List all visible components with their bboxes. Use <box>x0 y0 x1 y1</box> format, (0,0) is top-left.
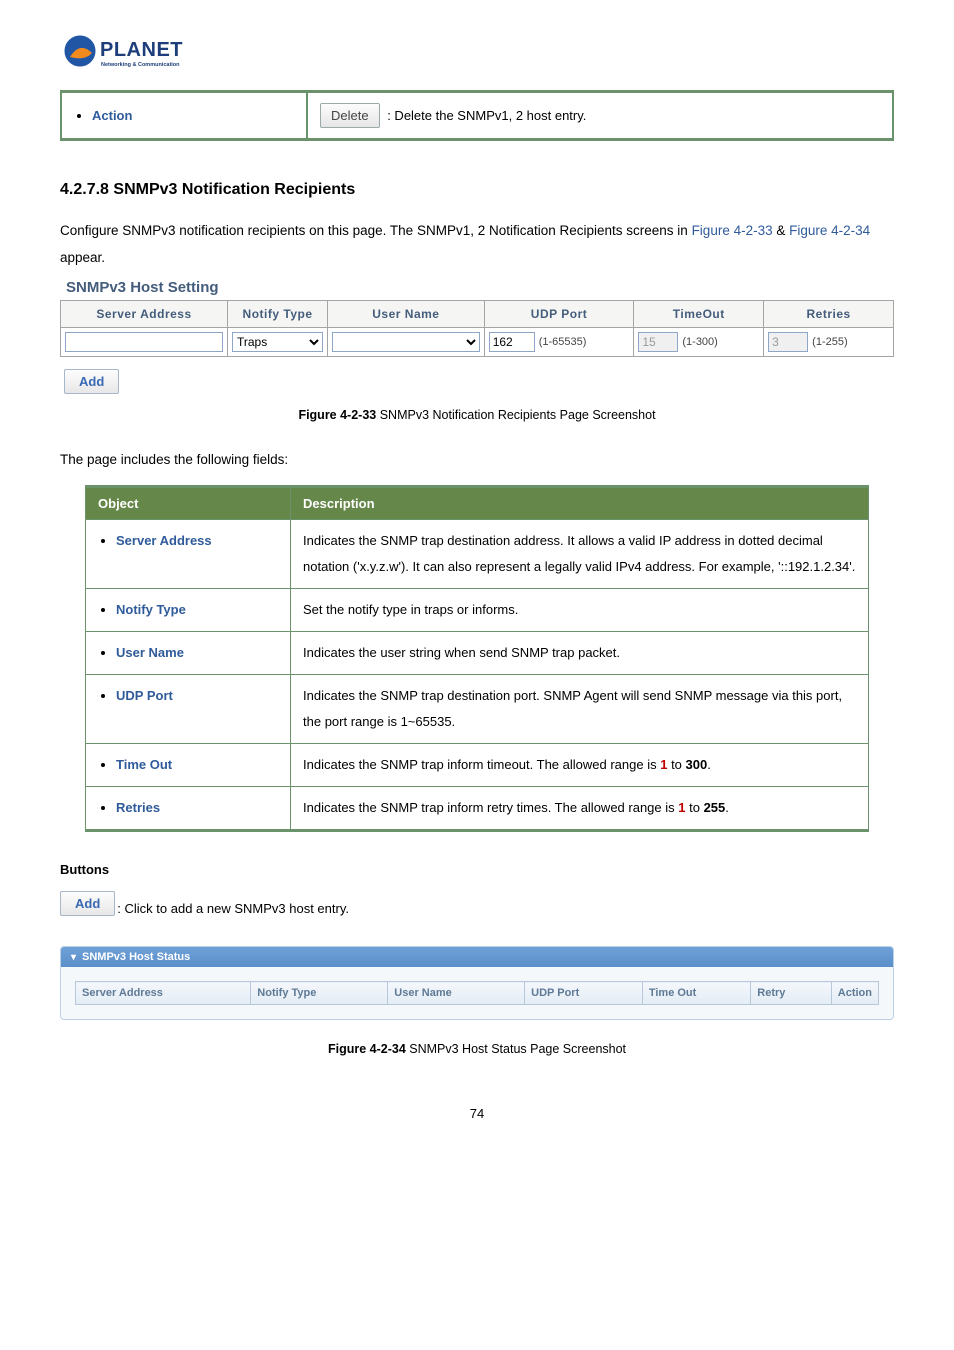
obj-udp-port: UDP Port <box>116 688 173 703</box>
st-col-notify-type: Notify Type <box>251 982 388 1005</box>
action-table: Action Delete : Delete the SNMPv1, 2 hos… <box>60 90 894 141</box>
st-col-action: Action <box>831 982 878 1005</box>
figure-caption-33: Figure 4-2-33 SNMPv3 Notification Recipi… <box>60 408 894 422</box>
obj-time-out: Time Out <box>116 757 172 772</box>
desc-user-name: Indicates the user string when send SNMP… <box>291 632 869 675</box>
host-status-table: Server Address Notify Type User Name UDP… <box>75 981 879 1005</box>
st-col-server-address: Server Address <box>76 982 251 1005</box>
obj-user-name: User Name <box>116 645 184 660</box>
desc-notify-type: Set the notify type in traps or informs. <box>291 589 869 632</box>
host-status-panel: ▾SNMPv3 Host Status Server Address Notif… <box>60 946 894 1020</box>
add-button-desc: : Click to add a new SNMPv3 host entry. <box>117 901 349 916</box>
page-number: 74 <box>60 1106 894 1121</box>
desc-server-address: Indicates the SNMP trap destination addr… <box>291 520 869 589</box>
col-server-address: Server Address <box>61 301 228 328</box>
col-udp-port: UDP Port <box>484 301 634 328</box>
section-heading: 4.2.7.8 SNMPv3 Notification Recipients <box>60 181 894 199</box>
obj-notify-type: Notify Type <box>116 602 186 617</box>
buttons-heading: Buttons <box>60 862 894 877</box>
user-name-select[interactable] <box>332 332 480 352</box>
col-notify-type: Notify Type <box>228 301 328 328</box>
col-timeout: TimeOut <box>634 301 764 328</box>
action-label: Action <box>92 108 132 123</box>
desc-udp-port: Indicates the SNMP trap destination port… <box>291 675 869 744</box>
obj-header-object: Object <box>86 487 291 520</box>
notify-type-select[interactable]: Traps <box>232 332 323 352</box>
host-setting-table: Server Address Notify Type User Name UDP… <box>60 300 894 357</box>
figure-link-34[interactable]: Figure 4-2-34 <box>789 223 870 238</box>
retries-input <box>768 332 808 352</box>
host-status-header[interactable]: ▾SNMPv3 Host Status <box>61 947 893 967</box>
object-description-table: Object Description Server Address Indica… <box>85 485 869 832</box>
delete-button[interactable]: Delete <box>320 103 380 128</box>
planet-logo-icon: PLANET Networking & Communication <box>60 30 230 82</box>
caret-down-icon: ▾ <box>71 952 76 963</box>
obj-server-address: Server Address <box>116 533 212 548</box>
add-button-doc[interactable]: Add <box>60 891 115 916</box>
logo: PLANET Networking & Communication <box>60 30 894 82</box>
desc-time-out: Indicates the SNMP trap inform timeout. … <box>291 744 869 787</box>
retries-range: (1-255) <box>808 336 847 348</box>
delete-desc: : Delete the SNMPv1, 2 host entry. <box>387 108 586 123</box>
svg-text:PLANET: PLANET <box>100 39 183 61</box>
col-retries: Retries <box>764 301 894 328</box>
figure-link-33[interactable]: Figure 4-2-33 <box>692 223 773 238</box>
udp-port-range: (1-65535) <box>535 336 587 348</box>
st-col-user-name: User Name <box>388 982 525 1005</box>
col-user-name: User Name <box>328 301 485 328</box>
section-intro: Configure SNMPv3 notification recipients… <box>60 217 894 271</box>
server-address-input[interactable] <box>65 332 223 352</box>
fields-intro: The page includes the following fields: <box>60 452 894 467</box>
obj-header-desc: Description <box>291 487 869 520</box>
st-col-time-out: Time Out <box>642 982 750 1005</box>
timeout-range: (1-300) <box>678 336 717 348</box>
st-col-retry: Retry <box>751 982 831 1005</box>
st-col-udp-port: UDP Port <box>525 982 643 1005</box>
add-button[interactable]: Add <box>64 369 119 394</box>
svg-text:Networking & Communication: Networking & Communication <box>101 62 180 68</box>
figure-caption-34: Figure 4-2-34 SNMPv3 Host Status Page Sc… <box>60 1042 894 1056</box>
udp-port-input[interactable] <box>489 332 535 352</box>
desc-retries: Indicates the SNMP trap inform retry tim… <box>291 787 869 831</box>
host-setting-title: SNMPv3 Host Setting <box>60 279 894 296</box>
obj-retries: Retries <box>116 800 160 815</box>
timeout-input <box>638 332 678 352</box>
